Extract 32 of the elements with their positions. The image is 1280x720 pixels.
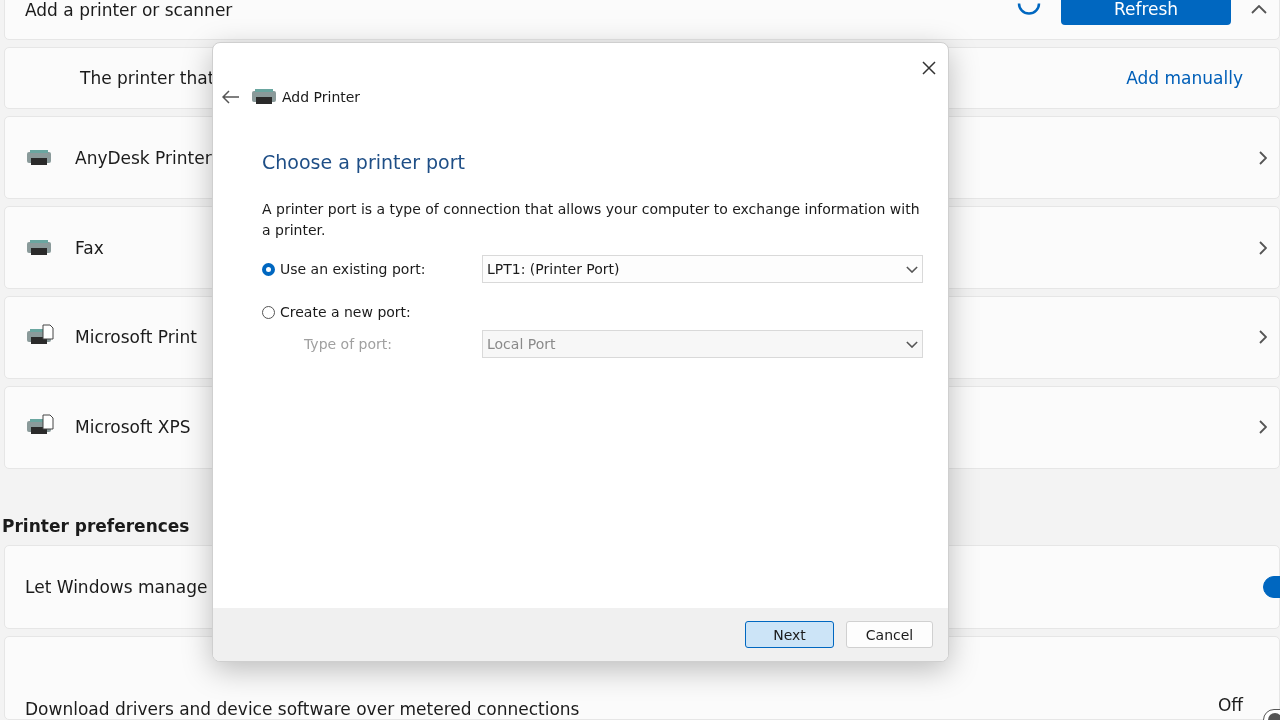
radio-option[interactable]: Use an existing port:: [262, 261, 482, 277]
loading-spinner-icon: [1017, 2, 1041, 16]
setting-label: Let Windows manage: [25, 577, 208, 598]
description-text: A printer port is a type of connection that allows your computer to exchange information with a printer.: [262, 200, 921, 240]
hint-text: The printer that: [80, 68, 215, 89]
printer-name: Microsoft XPS: [75, 417, 191, 438]
radio-button[interactable]: [262, 305, 275, 319]
printer-name: AnyDesk Printer: [75, 147, 212, 168]
back-arrow-icon[interactable]: [222, 90, 240, 104]
setting-label: Download drivers and device software over metered connections: [25, 698, 580, 719]
printer-name: Fax: [75, 237, 104, 258]
chevron-right-icon: [1259, 420, 1267, 435]
cancel-button[interactable]: Cancel: [846, 621, 933, 648]
chevron-right-icon: [1259, 240, 1267, 255]
next-button[interactable]: Next: [745, 621, 834, 648]
chevron-right-icon: [1259, 150, 1267, 165]
toggle-state: Off: [1217, 694, 1243, 715]
refresh-button[interactable]: Refresh: [1061, 0, 1231, 25]
chevron-up-icon: [1251, 5, 1267, 15]
radio-option[interactable]: Create a new port:: [262, 304, 482, 320]
chevron-right-icon: [1259, 330, 1267, 345]
field-label: Type of port:: [303, 336, 393, 352]
section-title: Add a printer or scanner: [25, 0, 233, 20]
dialog-title: Add Printer: [282, 89, 361, 105]
printer-name: Microsoft Print: [75, 327, 197, 348]
chevron-down-icon: [906, 340, 918, 348]
radio-button[interactable]: [262, 262, 275, 276]
dialog-heading: Choose a printer port: [262, 151, 466, 173]
port-dropdown[interactable]: LPT1: (Printer Port): [482, 255, 923, 283]
add-manually-link[interactable]: Add manually: [1126, 68, 1243, 89]
section-heading: Printer preferences: [2, 515, 190, 536]
chevron-down-icon: [906, 265, 918, 273]
